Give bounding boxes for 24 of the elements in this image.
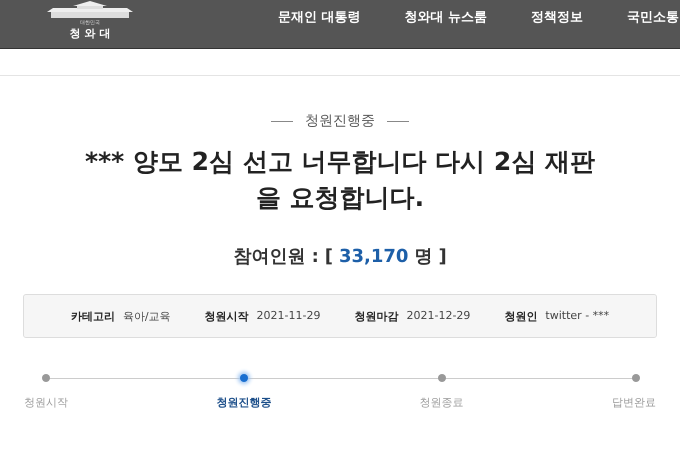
step-label: 청원진행중 (216, 395, 272, 410)
participants-label: 참여인원 : (233, 245, 319, 268)
petition-title: *** 양모 2심 선고 너무합니다 다시 2심 재판 을 요청합니다. (84, 146, 596, 214)
info-value: 2021-12-29 (406, 308, 470, 324)
nav-link[interactable]: 정책정보 (531, 8, 584, 26)
info-value: 2021-11-29 (256, 308, 320, 324)
info-label: 카테고리 (70, 308, 115, 324)
info-value: twitter - *** (545, 308, 610, 324)
bracket: ] (438, 246, 447, 267)
step-label: 청원종료 (420, 395, 464, 410)
info-label: 청원인 (504, 308, 538, 324)
step-label: 청원시작 (24, 395, 68, 410)
nav-link[interactable]: 문재인 대통령 (278, 8, 361, 26)
info-label: 청원시작 (204, 308, 249, 324)
participants-count: 33,170 (339, 246, 408, 267)
nav-link[interactable]: 국민소통 (627, 8, 680, 26)
info-label: 청원마감 (354, 308, 398, 324)
bracket: [ (324, 246, 333, 267)
count-unit: 명 (414, 245, 432, 268)
step-label: 답변완료 (612, 395, 656, 410)
nav-link[interactable]: 청와대 뉴스룸 (404, 8, 488, 26)
petition-status: 청원진행중 (305, 112, 375, 130)
logo-text[interactable]: 청 와 대 (70, 27, 110, 41)
info-value: 육아/교육 (122, 308, 171, 324)
